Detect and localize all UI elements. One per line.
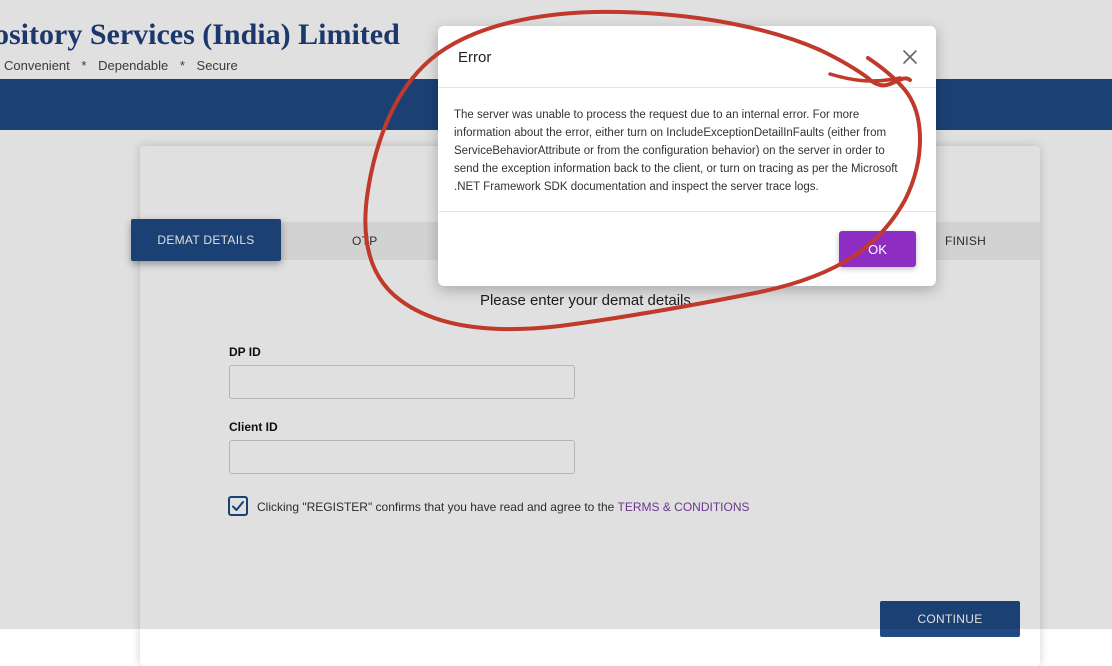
dialog-header: Error xyxy=(438,26,936,88)
dialog-divider xyxy=(438,211,936,212)
dialog-title: Error xyxy=(458,49,492,66)
close-icon[interactable] xyxy=(900,47,920,67)
ok-button[interactable]: OK xyxy=(839,231,916,267)
error-dialog: Error The server was unable to process t… xyxy=(438,26,936,286)
dialog-message: The server was unable to process the req… xyxy=(454,109,898,193)
